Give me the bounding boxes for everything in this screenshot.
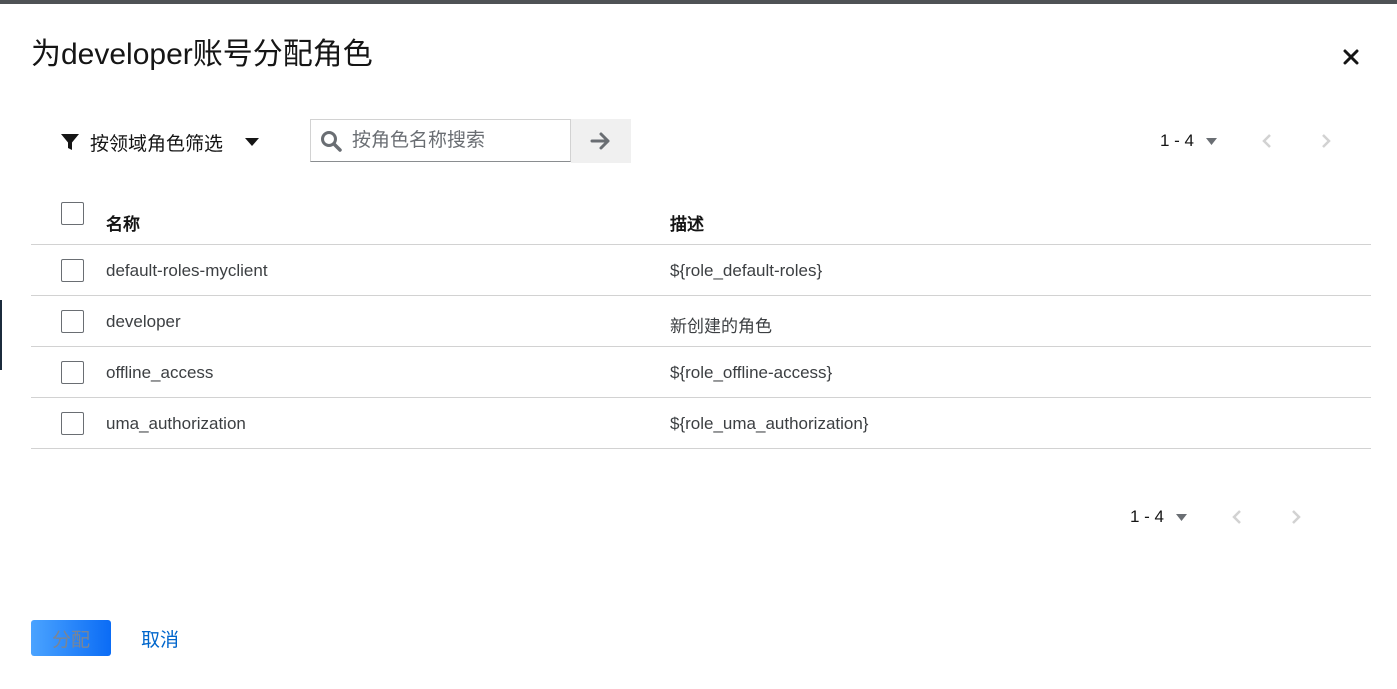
caret-down-icon: [1176, 513, 1188, 521]
table-header: 名称 描述: [31, 192, 1371, 245]
dialog-title: 为developer账号分配角色: [31, 38, 373, 71]
column-header-name: 名称: [106, 215, 140, 234]
chevron-left-icon: [1262, 134, 1271, 148]
filter-label: 按领域角色筛选: [90, 133, 224, 155]
per-page-toggle[interactable]: 1 - 4: [1130, 507, 1188, 527]
role-description: ${role_offline-access}: [670, 363, 833, 382]
previous-page-button[interactable]: [1227, 502, 1247, 532]
chevron-right-icon: [1322, 134, 1331, 148]
cancel-button[interactable]: 取消: [141, 620, 179, 656]
next-page-button[interactable]: [1316, 126, 1336, 156]
pagination-top: 1 - 4: [1160, 126, 1336, 156]
row-checkbox[interactable]: [61, 361, 84, 384]
caret-down-icon: [245, 138, 260, 146]
search-submit-button[interactable]: [571, 119, 631, 163]
role-search-box: [310, 119, 571, 162]
window-top-bar: [0, 0, 1397, 4]
role-description: ${role_uma_authorization}: [670, 414, 869, 433]
select-all-checkbox[interactable]: [61, 202, 84, 225]
filter-icon: [61, 134, 79, 150]
table-row: offline_access ${role_offline-access}: [31, 347, 1371, 398]
arrow-right-icon: [590, 132, 610, 150]
chevron-right-icon: [1292, 510, 1301, 524]
search-input[interactable]: [350, 128, 564, 153]
role-name: default-roles-myclient: [106, 261, 268, 280]
row-checkbox[interactable]: [61, 310, 84, 333]
per-page-toggle[interactable]: 1 - 4: [1160, 131, 1218, 151]
search-icon: [320, 130, 342, 152]
caret-down-icon: [1206, 137, 1218, 145]
row-checkbox[interactable]: [61, 412, 84, 435]
background-edge: [0, 300, 2, 370]
realm-role-filter-dropdown[interactable]: 按领域角色筛选: [60, 121, 260, 163]
role-description: ${role_default-roles}: [670, 261, 823, 280]
roles-table: 名称 描述 default-roles-myclient ${role_defa…: [31, 192, 1371, 449]
close-button[interactable]: [1336, 42, 1366, 72]
role-description: 新创建的角色: [670, 317, 772, 336]
table-row: uma_authorization ${role_uma_authorizati…: [31, 398, 1371, 449]
pagination-range: 1 - 4: [1130, 507, 1165, 526]
previous-page-button[interactable]: [1257, 126, 1277, 156]
next-page-button[interactable]: [1286, 502, 1306, 532]
table-row: default-roles-myclient ${role_default-ro…: [31, 245, 1371, 296]
role-name: uma_authorization: [106, 414, 246, 433]
role-name: offline_access: [106, 363, 214, 382]
column-header-description: 描述: [670, 215, 704, 234]
role-name: developer: [106, 312, 181, 331]
assign-button[interactable]: 分配: [31, 620, 111, 656]
pagination-bottom: 1 - 4: [1130, 502, 1306, 532]
row-checkbox[interactable]: [61, 259, 84, 282]
table-row: developer 新创建的角色: [31, 296, 1371, 347]
chevron-left-icon: [1232, 510, 1241, 524]
pagination-range: 1 - 4: [1160, 131, 1195, 150]
close-icon: [1343, 49, 1359, 65]
